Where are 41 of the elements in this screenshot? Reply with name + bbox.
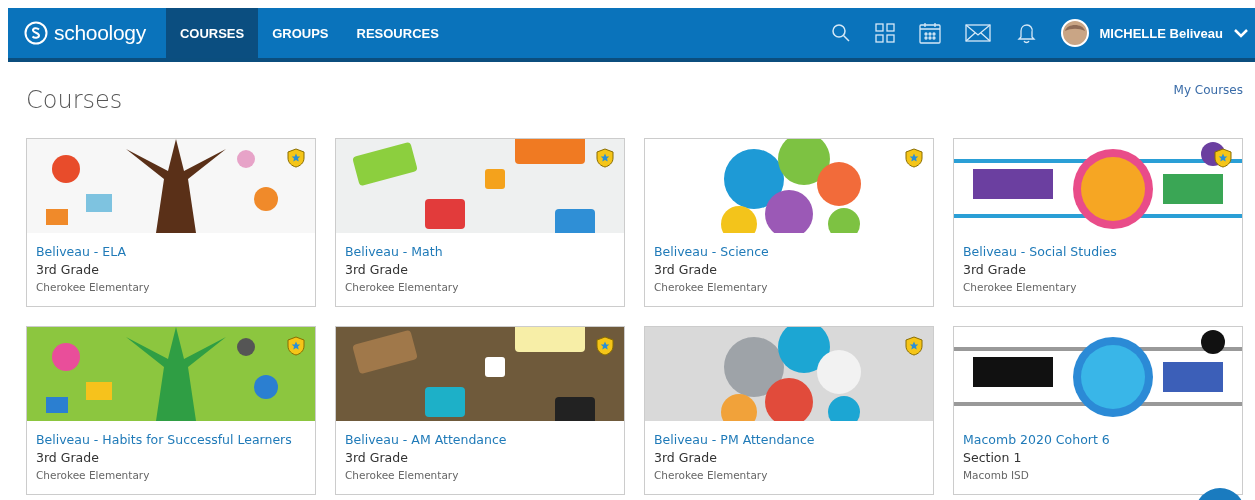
- course-title[interactable]: Beliveau - Math: [345, 243, 443, 261]
- nav-tab[interactable]: GROUPS: [258, 8, 343, 58]
- avatar[interactable]: [1061, 19, 1090, 47]
- nav-tab[interactable]: RESOURCES: [342, 8, 453, 58]
- logo-text: schoology: [54, 21, 146, 45]
- school-name: Cherokee Elementary: [345, 468, 459, 483]
- course-title[interactable]: Beliveau - Science: [654, 243, 769, 261]
- course-card[interactable]: Beliveau - Science 3rd Grade Cherokee Elementary: [644, 138, 934, 307]
- page-title: Courses: [26, 86, 123, 114]
- school-name: Cherokee Elementary: [36, 280, 150, 295]
- course-section: 3rd Grade: [654, 449, 717, 467]
- course-title[interactable]: Beliveau - AM Attendance: [345, 431, 507, 449]
- course-card[interactable]: Macomb 2020 Cohort 6 Section 1 Macomb ISD: [953, 326, 1243, 495]
- course-title[interactable]: Macomb 2020 Cohort 6: [963, 431, 1110, 449]
- course-section: 3rd Grade: [345, 449, 408, 467]
- school-name: Cherokee Elementary: [654, 280, 768, 295]
- logo-icon: [24, 21, 48, 45]
- course-section: 3rd Grade: [654, 261, 717, 279]
- school-name: Macomb ISD: [963, 468, 1029, 483]
- course-section: 3rd Grade: [345, 261, 408, 279]
- school-name: Cherokee Elementary: [963, 280, 1077, 295]
- course-section: Section 1: [963, 449, 1022, 467]
- course-section: 3rd Grade: [36, 449, 99, 467]
- course-card[interactable]: Beliveau - Habits for Successful Learners 3rd Grade Cherokee Elementary: [26, 326, 316, 495]
- course-title[interactable]: Beliveau - PM Attendance: [654, 431, 815, 449]
- course-card[interactable]: Beliveau - Social Studies 3rd Grade Cherokee Elementary: [953, 138, 1243, 307]
- course-title[interactable]: Beliveau - Social Studies: [963, 243, 1117, 261]
- course-section: 3rd Grade: [36, 261, 99, 279]
- nav-tab[interactable]: COURSES: [165, 8, 259, 58]
- course-card[interactable]: Beliveau - Math 3rd Grade Cherokee Elementary: [335, 138, 625, 307]
- course-title[interactable]: Beliveau - Habits for Successful Learners: [36, 431, 292, 449]
- course-section: 3rd Grade: [963, 261, 1026, 279]
- school-name: Cherokee Elementary: [345, 280, 459, 295]
- school-name: Cherokee Elementary: [36, 468, 150, 483]
- course-card[interactable]: Beliveau - AM Attendance 3rd Grade Cherokee Elementary: [335, 326, 625, 495]
- my-courses-link[interactable]: My Courses: [1173, 83, 1243, 97]
- course-title[interactable]: Beliveau - ELA: [36, 243, 127, 261]
- user-name[interactable]: MICHELLE Beliveau: [1099, 25, 1223, 41]
- school-name: Cherokee Elementary: [654, 468, 768, 483]
- course-card[interactable]: Beliveau - ELA 3rd Grade Cherokee Elementary: [26, 138, 316, 307]
- course-card[interactable]: Beliveau - PM Attendance 3rd Grade Cherokee Elementary: [644, 326, 934, 495]
